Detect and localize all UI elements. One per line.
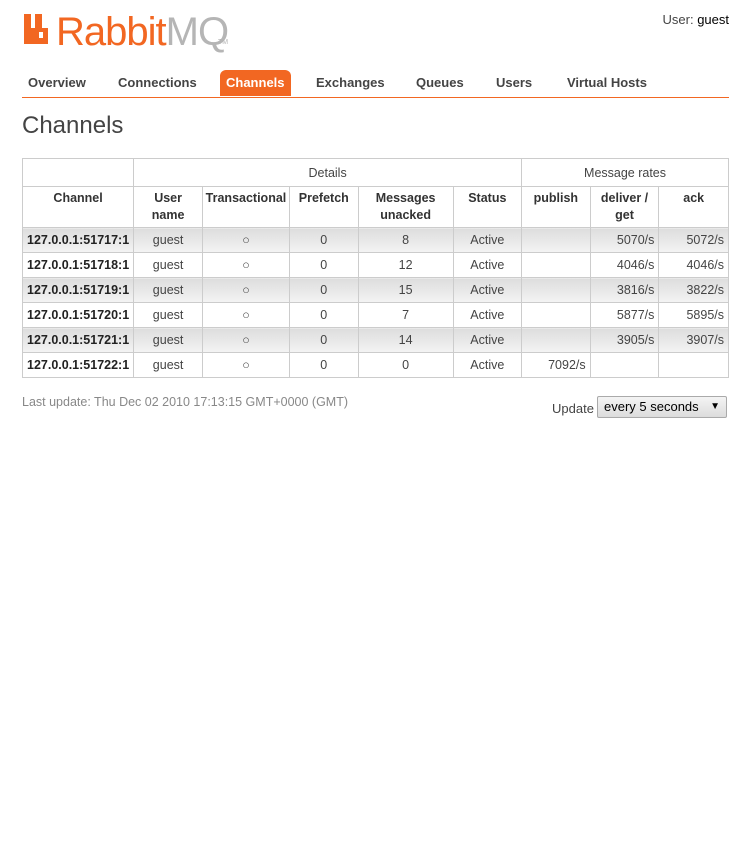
status-cell: Active [452, 227, 523, 253]
tab-virtual-hosts[interactable]: Virtual Hosts [561, 70, 653, 96]
prefetch-cell: 0 [288, 277, 359, 303]
prefetch-cell: 0 [288, 327, 359, 353]
user-name: guest [697, 12, 729, 27]
col-header-prefetch: Prefetch [288, 186, 359, 228]
publish-rate-cell [521, 302, 591, 328]
col-header-publish: publish [521, 186, 591, 228]
current-user: User: guest [663, 12, 730, 27]
update-label: Update [552, 401, 594, 416]
prefetch-cell: 0 [288, 252, 359, 278]
col-header-transactional: Transactional [202, 186, 290, 228]
channel-link[interactable]: 127.0.0.1:51719:1 [21, 277, 135, 303]
status-cell: Active [452, 277, 523, 303]
publish-rate-cell [521, 277, 591, 303]
user-cell: guest [133, 302, 204, 328]
unacked-cell: 15 [357, 277, 454, 303]
col-header-channel: Channel [21, 186, 135, 228]
rabbitmq-logo-icon [24, 14, 48, 44]
channel-link[interactable]: 127.0.0.1:51722:1 [21, 352, 135, 378]
logo-mq-text: MQ [165, 10, 229, 54]
deliver-rate-cell: 3816/s [589, 277, 660, 303]
publish-rate-cell [521, 327, 591, 353]
table-row: 127.0.0.1:51717:1 guest ○ 0 8 Active 507… [21, 227, 729, 253]
transactional-cell: ○ [202, 227, 290, 253]
group-header-message-rates: Message rates [521, 158, 729, 187]
status-cell: Active [452, 327, 523, 353]
ack-rate-cell: 3907/s [658, 327, 729, 353]
table-row: 127.0.0.1:51722:1 guest ○ 0 0 Active 709… [21, 352, 729, 378]
deliver-rate-cell: 5070/s [589, 227, 660, 253]
prefetch-cell: 0 [288, 227, 359, 253]
page-title: Channels [22, 112, 124, 139]
col-header-messages-unacked: Messages unacked [357, 186, 454, 228]
logo-trademark: TM [218, 39, 229, 46]
col-header-user-name: User name [133, 186, 204, 228]
channel-link[interactable]: 127.0.0.1:51718:1 [21, 252, 135, 278]
deliver-rate-cell [589, 352, 660, 378]
unacked-cell: 12 [357, 252, 454, 278]
logo-wordmark: RabbitMQ [56, 10, 229, 55]
tab-users[interactable]: Users [490, 70, 538, 96]
publish-rate-cell [521, 252, 591, 278]
table-row: 127.0.0.1:51720:1 guest ○ 0 7 Active 587… [21, 302, 729, 328]
col-header-ack: ack [658, 186, 729, 228]
update-interval-value: every 5 seconds [604, 399, 699, 414]
unacked-cell: 0 [357, 352, 454, 378]
group-header-empty [21, 158, 135, 187]
publish-rate-cell: 7092/s [521, 352, 591, 378]
unacked-cell: 7 [357, 302, 454, 328]
status-cell: Active [452, 302, 523, 328]
tab-connections[interactable]: Connections [112, 70, 203, 96]
user-cell: guest [133, 277, 204, 303]
transactional-cell: ○ [202, 252, 290, 278]
prefetch-cell: 0 [288, 302, 359, 328]
user-label: User: [662, 12, 694, 27]
user-cell: guest [133, 352, 204, 378]
ack-rate-cell: 3822/s [658, 277, 729, 303]
publish-rate-cell [521, 227, 591, 253]
channel-link[interactable]: 127.0.0.1:51717:1 [21, 227, 135, 253]
ack-rate-cell: 4046/s [658, 252, 729, 278]
ack-rate-cell [658, 352, 729, 378]
transactional-cell: ○ [202, 352, 290, 378]
tab-overview[interactable]: Overview [22, 70, 92, 96]
status-cell: Active [452, 252, 523, 278]
table-row: 127.0.0.1:51719:1 guest ○ 0 15 Active 38… [21, 277, 729, 303]
user-cell: guest [133, 252, 204, 278]
tab-channels[interactable]: Channels [220, 70, 291, 96]
user-cell: guest [133, 227, 204, 253]
ack-rate-cell: 5895/s [658, 302, 729, 328]
col-header-status: Status [452, 186, 523, 228]
ack-rate-cell: 5072/s [658, 227, 729, 253]
prefetch-cell: 0 [288, 352, 359, 378]
tab-exchanges[interactable]: Exchanges [310, 70, 391, 96]
channel-link[interactable]: 127.0.0.1:51721:1 [21, 327, 135, 353]
table-row: 127.0.0.1:51721:1 guest ○ 0 14 Active 39… [21, 327, 729, 353]
deliver-rate-cell: 4046/s [589, 252, 660, 278]
channels-table: Details Message rates Channel User name … [21, 158, 729, 378]
main-nav: Overview Connections Channels Exchanges … [22, 70, 729, 98]
unacked-cell: 14 [357, 327, 454, 353]
col-header-deliver-get: deliver / get [589, 186, 660, 228]
transactional-cell: ○ [202, 302, 290, 328]
group-header-details: Details [133, 158, 523, 187]
user-cell: guest [133, 327, 204, 353]
table-row: 127.0.0.1:51718:1 guest ○ 0 12 Active 40… [21, 252, 729, 278]
transactional-cell: ○ [202, 277, 290, 303]
unacked-cell: 8 [357, 227, 454, 253]
deliver-rate-cell: 3905/s [589, 327, 660, 353]
rabbitmq-logo: RabbitMQ TM [22, 10, 229, 54]
tab-queues[interactable]: Queues [410, 70, 470, 96]
logo-rabbit-text: Rabbit [56, 10, 167, 54]
update-interval-select[interactable]: every 5 seconds ▼ [597, 396, 727, 418]
transactional-cell: ○ [202, 327, 290, 353]
status-cell: Active [452, 352, 523, 378]
dropdown-arrow-icon: ▼ [710, 401, 720, 412]
deliver-rate-cell: 5877/s [589, 302, 660, 328]
last-update-text: Last update: Thu Dec 02 2010 17:13:15 GM… [22, 395, 349, 409]
channel-link[interactable]: 127.0.0.1:51720:1 [21, 302, 135, 328]
